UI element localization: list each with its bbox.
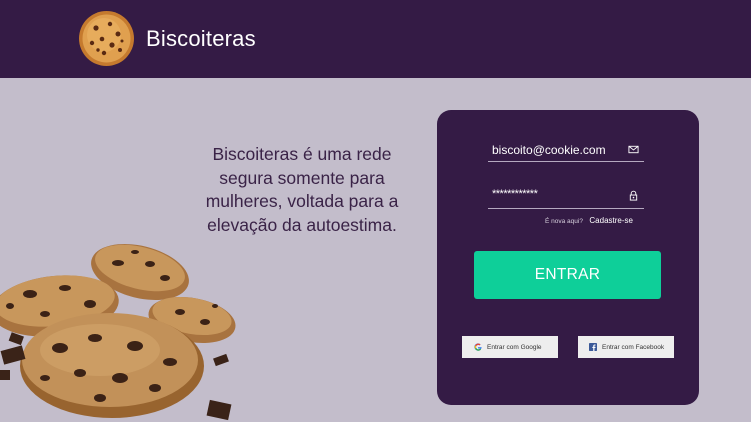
password-field[interactable] [488,184,644,209]
lock-icon [629,190,638,201]
google-icon [474,343,482,351]
password-input[interactable] [492,184,622,204]
top-navbar: Biscoiteras [0,0,751,78]
tagline-text: Biscoiteras é uma rede segura somente pa… [205,144,399,235]
facebook-icon [589,343,597,351]
brand-name[interactable]: Biscoiteras [146,26,256,52]
email-input[interactable] [492,140,622,160]
login-card: É nova aqui? Cadastre-se ENTRAR Entrar c… [437,110,699,405]
cookie-logo-icon[interactable] [78,10,135,67]
mail-icon [628,145,639,154]
facebook-login-label: Entrar com Facebook [602,343,665,351]
email-field[interactable] [488,140,644,162]
google-login-label: Entrar com Google [487,343,542,351]
google-login-button[interactable]: Entrar com Google [462,336,558,358]
signup-question: É nova aqui? [545,218,583,225]
facebook-login-button[interactable]: Entrar com Facebook [578,336,674,358]
enter-button[interactable]: ENTRAR [474,251,661,299]
signup-link[interactable]: Cadastre-se [589,216,633,225]
signup-prompt: É nova aqui? Cadastre-se [545,210,633,228]
cookies-illustration [0,244,236,421]
